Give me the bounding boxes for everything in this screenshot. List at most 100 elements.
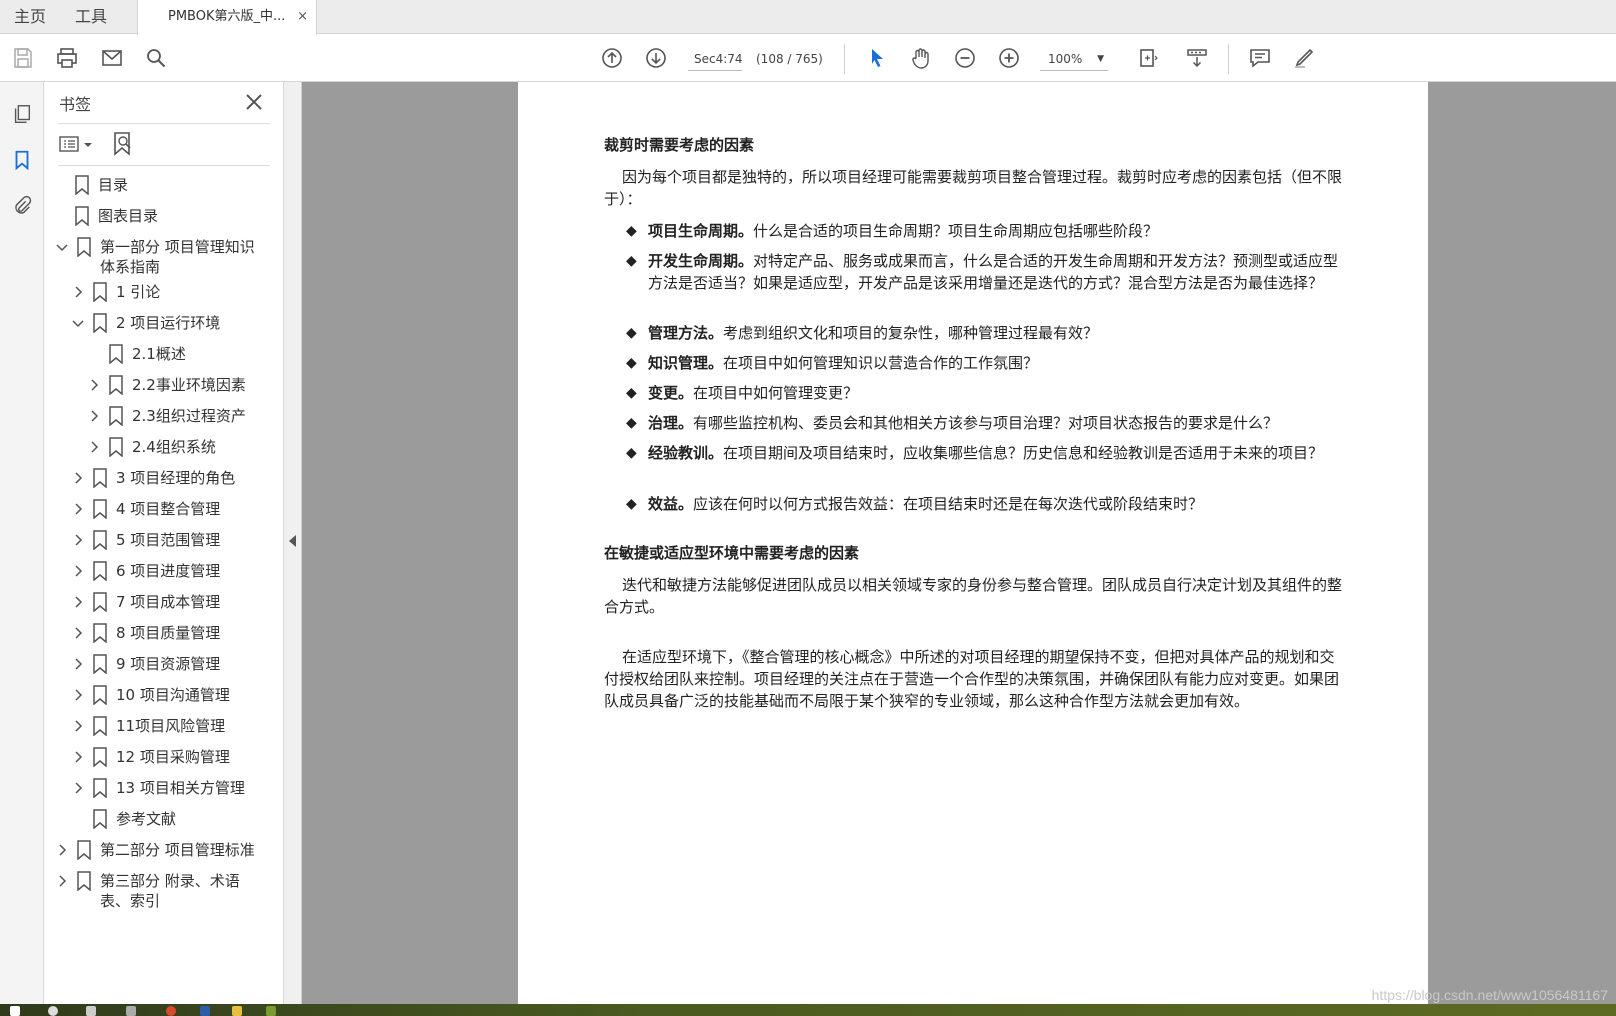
factor-description: 什么是合适的项目生命周期？项目生命周期应包括哪些阶段？ (753, 222, 1159, 240)
bookmark-label: 参考文献 (116, 810, 177, 828)
bookmark-icon (108, 344, 124, 365)
chevron-right-icon[interactable] (70, 780, 86, 796)
bookmark-item[interactable]: 2.4组织系统 (86, 434, 216, 462)
bookmark-item[interactable]: 4 项目整合管理 (70, 496, 220, 524)
chevron-right-icon[interactable] (70, 563, 86, 579)
bookmark-item[interactable]: 2.1概述 (108, 341, 186, 369)
bookmark-item[interactable]: 目录 (74, 172, 128, 200)
bookmark-item[interactable]: 10 项目沟通管理 (70, 682, 230, 710)
search-icon[interactable] (48, 1006, 58, 1016)
search-icon[interactable] (141, 43, 171, 73)
print-icon[interactable] (52, 43, 82, 73)
factor-term: 管理方法。 (648, 324, 724, 342)
document-viewport[interactable]: 裁剪时需要考虑的因素 因为每个项目都是独特的，所以项目经理可能需要裁剪项目整合管… (302, 82, 1616, 1004)
hand-tool-icon[interactable] (906, 43, 936, 73)
factor-list-item: ◆ 变更。在项目中如何管理变更？ (626, 382, 1344, 404)
bookmark-icon (74, 175, 90, 196)
app-icon[interactable] (266, 1006, 276, 1016)
bookmark-icon (92, 468, 108, 489)
factor-list-item: ◆ 项目生命周期。什么是合适的项目生命周期？项目生命周期应包括哪些阶段？ (626, 220, 1344, 242)
bookmark-icon (92, 499, 108, 520)
document-tab[interactable]: PMBOK第六版_中... × (137, 0, 317, 35)
chevron-right-icon[interactable] (70, 625, 86, 641)
bookmark-item[interactable]: 8 项目质量管理 (70, 620, 220, 648)
watermark: https://blog.csdn.net/www1056481167 (1371, 987, 1608, 1003)
word-icon[interactable] (200, 1006, 210, 1016)
chevron-down-icon[interactable] (70, 315, 86, 331)
chevron-right-icon[interactable] (54, 842, 70, 858)
select-cursor-icon[interactable] (862, 43, 892, 73)
chevron-right-icon[interactable] (70, 718, 86, 734)
bookmark-label: 6 项目进度管理 (116, 562, 221, 580)
folder-icon[interactable] (232, 1006, 242, 1016)
scroll-mode-icon[interactable] (1182, 43, 1212, 73)
fit-page-icon[interactable] (1128, 43, 1168, 73)
task-view-icon[interactable] (86, 1006, 96, 1016)
chevron-right-icon[interactable] (70, 532, 86, 548)
bookmark-item[interactable]: 7 项目成本管理 (70, 589, 220, 617)
zoom-in-icon[interactable] (994, 43, 1024, 73)
chevron-right-icon[interactable] (54, 873, 70, 889)
bookmark-item[interactable]: 第三部分 附录、术语表、索引 (54, 868, 262, 910)
bookmark-item[interactable]: 2 项目运行环境 (70, 310, 220, 338)
zoom-select[interactable]: 100% ▼ (1040, 47, 1108, 71)
bookmark-item[interactable]: 5 项目范围管理 (70, 527, 220, 555)
bookmark-item[interactable]: 第一部分 项目管理知识体系指南 (54, 234, 262, 276)
bookmark-item[interactable]: 图表目录 (74, 203, 158, 231)
email-icon[interactable] (97, 43, 127, 73)
bookmark-item[interactable]: 6 项目进度管理 (70, 558, 220, 586)
comment-icon[interactable] (1245, 43, 1275, 73)
save-icon[interactable] (8, 43, 38, 73)
page-thumbnails-icon[interactable] (8, 100, 36, 128)
chevron-right-icon[interactable] (70, 749, 86, 765)
chevron-right-icon[interactable] (86, 377, 102, 393)
panel-splitter[interactable] (284, 82, 302, 1004)
chevron-right-icon[interactable] (70, 284, 86, 300)
browser-icon[interactable] (166, 1006, 176, 1016)
new-bookmark-icon[interactable] (110, 130, 136, 158)
bookmark-item[interactable]: 第二部分 项目管理标准 (54, 837, 255, 865)
close-tab-icon[interactable]: × (297, 0, 308, 33)
bookmark-label: 2.1概述 (132, 345, 186, 363)
chevron-right-icon[interactable] (70, 501, 86, 517)
start-icon[interactable] (10, 1006, 20, 1016)
bookmark-options-icon[interactable] (58, 131, 96, 157)
bookmark-icon (92, 809, 108, 830)
highlight-pen-icon[interactable] (1289, 43, 1319, 73)
bookmark-label: 第三部分 附录、术语表、索引 (100, 872, 240, 910)
chevron-down-icon[interactable] (54, 239, 70, 255)
bookmark-item[interactable]: 11项目风险管理 (70, 713, 225, 741)
bookmark-item[interactable]: 13 项目相关方管理 (70, 775, 245, 803)
bookmark-item[interactable]: 3 项目经理的角色 (70, 465, 235, 493)
bookmark-label: 4 项目整合管理 (116, 500, 221, 518)
chevron-right-icon[interactable] (86, 439, 102, 455)
next-page-icon[interactable] (641, 43, 671, 73)
chevron-right-icon[interactable] (70, 687, 86, 703)
zoom-out-icon[interactable] (950, 43, 980, 73)
bookmark-item[interactable]: 12 项目采购管理 (70, 744, 230, 772)
menu-tools[interactable]: 工具 (75, 0, 107, 33)
divider (58, 123, 270, 124)
bookmark-item[interactable]: 2.2事业环境因素 (86, 372, 246, 400)
bookmark-item[interactable]: 参考文献 (92, 806, 176, 834)
bookmark-item[interactable]: 1 引论 (70, 279, 160, 307)
collapse-panel-icon[interactable] (289, 535, 296, 547)
os-taskbar (0, 1004, 1616, 1016)
chevron-right-icon[interactable] (86, 408, 102, 424)
bookmark-icon (108, 406, 124, 427)
bookmark-item[interactable]: 9 项目资源管理 (70, 651, 220, 679)
bookmark-icon[interactable] (8, 146, 36, 174)
attachment-icon[interactable] (8, 192, 36, 220)
page-number-input[interactable]: Sec4:74 (688, 47, 743, 71)
menu-home[interactable]: 主页 (14, 0, 46, 33)
chevron-right-icon[interactable] (70, 594, 86, 610)
chevron-right-icon[interactable] (70, 656, 86, 672)
bookmark-label: 2.3组织过程资产 (132, 407, 246, 425)
app-icon[interactable] (126, 1006, 136, 1016)
chevron-right-icon[interactable] (70, 470, 86, 486)
paragraph: 在适应型环境下，《整合管理的核心概念》中所述的对项目经理的期望保持不变，但把对具… (604, 648, 1340, 710)
previous-page-icon[interactable] (597, 43, 627, 73)
bookmark-label: 5 项目范围管理 (116, 531, 221, 549)
bookmark-item[interactable]: 2.3组织过程资产 (86, 403, 246, 431)
close-panel-icon[interactable] (242, 90, 266, 114)
